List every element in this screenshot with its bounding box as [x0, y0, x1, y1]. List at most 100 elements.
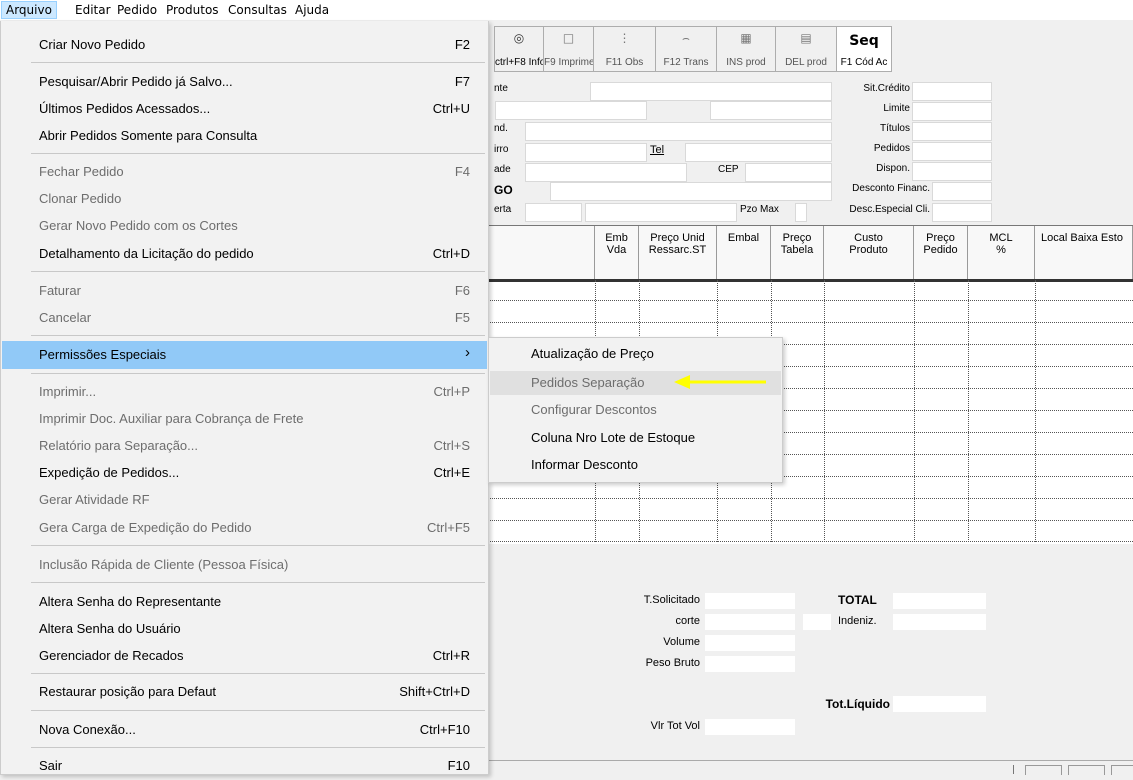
- menu-item-faturar[interactable]: Faturar F6: [2, 277, 487, 305]
- submenu-item-configurar-descontos[interactable]: Configurar Descontos: [490, 398, 781, 422]
- menu-item-detalhamento-licitacao[interactable]: Detalhamento da Licitação do pedido Ctrl+…: [2, 240, 487, 268]
- menu-item-criar-novo-pedido[interactable]: Criar Novo Pedido F2: [2, 31, 487, 59]
- limite-field[interactable]: [912, 102, 992, 121]
- menu-item-nova-conexao[interactable]: Nova Conexão... Ctrl+F10: [2, 716, 487, 744]
- field-label-bairro: irro: [494, 144, 509, 155]
- ins-prod-button[interactable]: ▦ INS prod: [716, 26, 776, 72]
- menu-item-gerar-novo-pedido-cortes[interactable]: Gerar Novo Pedido com os Cortes: [2, 212, 487, 240]
- menu-pedido[interactable]: Pedido: [113, 2, 161, 18]
- limite-label: Limite: [883, 103, 910, 114]
- col-preco-pedido[interactable]: Preço Pedido: [914, 226, 968, 279]
- menu-bar: Arquivo Editar Pedido Produtos Consultas…: [0, 0, 1133, 20]
- titulos-label: Títulos: [879, 123, 910, 134]
- menu-ajuda[interactable]: Ajuda: [291, 2, 333, 18]
- menu-item-pesquisar-pedido[interactable]: Pesquisar/Abrir Pedido já Salvo... F7: [2, 68, 487, 96]
- menu-item-relatorio-separacao[interactable]: Relatório para Separação... Ctrl+S: [2, 432, 487, 460]
- col-preco-unid[interactable]: Preço Unid Ressarc.ST: [639, 226, 717, 279]
- cep-field[interactable]: [745, 163, 832, 182]
- menu-consultas[interactable]: Consultas: [224, 2, 291, 18]
- submenu-item-informar-desconto[interactable]: Informar Desconto: [490, 453, 781, 477]
- menu-item-restaurar-posicao[interactable]: Restaurar posição para Defaut Shift+Ctrl+…: [2, 678, 487, 706]
- menu-separator: [31, 582, 485, 583]
- oferta-field-b[interactable]: [585, 203, 737, 222]
- menu-editar[interactable]: Editar: [71, 2, 115, 18]
- menu-item-ultimos-pedidos[interactable]: Últimos Pedidos Acessados... Ctrl+U: [2, 95, 487, 123]
- oferta-field-a[interactable]: [525, 203, 582, 222]
- desc-especial-field[interactable]: [932, 203, 992, 222]
- menu-separator: [31, 153, 485, 154]
- menu-item-expedicao-pedidos[interactable]: Expedição de Pedidos... Ctrl+E: [2, 459, 487, 487]
- indeniz-pct-field[interactable]: [803, 614, 831, 630]
- trans-button[interactable]: ⌢ F12 Trans: [655, 26, 717, 72]
- field-2a[interactable]: [495, 101, 647, 120]
- submenu-item-atualizacao-preco[interactable]: Atualização de Preço: [490, 342, 781, 366]
- desconto-financ-field[interactable]: [932, 182, 992, 201]
- col-embal[interactable]: Embal: [717, 226, 771, 279]
- desconto-financ-label: Desconto Financ.: [852, 183, 930, 194]
- tel-link[interactable]: Tel: [650, 144, 664, 156]
- col-preco-tabela[interactable]: Preço Tabela: [771, 226, 824, 279]
- menu-item-fechar-pedido[interactable]: Fechar Pedido F4: [2, 158, 487, 186]
- peso-bruto-field[interactable]: [705, 656, 795, 672]
- menu-item-altera-senha-representante[interactable]: Altera Senha do Representante: [2, 588, 487, 616]
- tot-liquido-field: [893, 696, 986, 712]
- info-button[interactable]: ◎ ctrl+F8 Info: [494, 26, 545, 72]
- submenu-item-coluna-nro-lote[interactable]: Coluna Nro Lote de Estoque: [490, 426, 781, 450]
- dispon-field[interactable]: [912, 162, 992, 181]
- menu-produtos[interactable]: Produtos: [162, 2, 223, 18]
- menu-item-imprimir-doc-auxiliar[interactable]: Imprimir Doc. Auxiliar para Cobrança de …: [2, 405, 487, 433]
- pedidos-field[interactable]: [912, 142, 992, 161]
- table-row[interactable]: [488, 322, 1133, 323]
- col-local-baixa[interactable]: Local Baixa Esto: [1035, 226, 1133, 279]
- indeniz-field[interactable]: [893, 614, 986, 630]
- cidade-field[interactable]: [525, 163, 687, 182]
- menu-item-inclusao-rapida-cliente[interactable]: Inclusão Rápida de Cliente (Pessoa Físic…: [2, 551, 487, 579]
- menu-arquivo[interactable]: Arquivo: [1, 1, 57, 19]
- table-row[interactable]: [488, 541, 1133, 542]
- menu-item-imprimir[interactable]: Imprimir... Ctrl+P: [2, 378, 487, 406]
- table-row[interactable]: [488, 520, 1133, 521]
- sit-credito-field[interactable]: [912, 82, 992, 101]
- transfer-icon: ⌢: [682, 31, 690, 45]
- table-row[interactable]: [488, 498, 1133, 499]
- t-solicitado-field[interactable]: [705, 593, 795, 609]
- delete-icon: ▤: [800, 31, 812, 45]
- menu-separator: [31, 545, 485, 546]
- tot-liquido-label: Tot.Líquido: [825, 697, 890, 711]
- menu-item-sair[interactable]: Sair F10: [2, 752, 487, 780]
- menu-separator: [31, 335, 485, 336]
- chevron-right-icon: ›: [465, 344, 470, 361]
- volume-field[interactable]: [705, 635, 795, 651]
- col-emb-vda[interactable]: Emb Vda: [595, 226, 639, 279]
- titulos-field[interactable]: [912, 122, 992, 141]
- endereco-field[interactable]: [525, 122, 832, 141]
- menu-item-gerar-atividade-rf[interactable]: Gerar Atividade RF: [2, 486, 487, 514]
- corte-field[interactable]: [705, 614, 795, 630]
- field-go[interactable]: [550, 182, 832, 201]
- grid-header-blank: [488, 226, 595, 279]
- cliente-field[interactable]: [590, 82, 832, 101]
- desc-especial-label: Desc.Especial Cli.: [849, 204, 930, 215]
- bairro-field[interactable]: [525, 143, 647, 162]
- menu-item-clonar-pedido[interactable]: Clonar Pedido: [2, 185, 487, 213]
- tel-field[interactable]: [685, 143, 832, 162]
- pzo-max-field[interactable]: [795, 203, 807, 222]
- menu-item-gerenciador-recados[interactable]: Gerenciador de Recados Ctrl+R: [2, 642, 487, 670]
- field-label-go: GO: [494, 183, 513, 197]
- menu-item-abrir-consulta[interactable]: Abrir Pedidos Somente para Consulta: [2, 122, 487, 150]
- menu-item-altera-senha-usuario[interactable]: Altera Senha do Usuário: [2, 615, 487, 643]
- col-mcl[interactable]: MCL %: [968, 226, 1035, 279]
- menu-item-permissoes-especiais[interactable]: Permissões Especiais ›: [2, 341, 487, 369]
- table-row[interactable]: [488, 300, 1133, 301]
- field-2b[interactable]: [710, 101, 832, 120]
- menu-separator: [31, 673, 485, 674]
- menu-item-gera-carga-expedicao[interactable]: Gera Carga de Expedição do Pedido Ctrl+F5: [2, 514, 487, 542]
- print-button[interactable]: □ F9 Imprime: [543, 26, 595, 72]
- col-custo-produto[interactable]: Custo Produto: [824, 226, 914, 279]
- vlr-tot-vol-label: Vlr Tot Vol: [650, 720, 700, 732]
- menu-separator: [31, 373, 485, 374]
- obs-button[interactable]: ⋮ F11 Obs: [593, 26, 656, 72]
- menu-item-cancelar[interactable]: Cancelar F5: [2, 304, 487, 332]
- seq-button[interactable]: Seq F1 Cód Ac: [836, 26, 892, 72]
- del-prod-button[interactable]: ▤ DEL prod: [775, 26, 837, 72]
